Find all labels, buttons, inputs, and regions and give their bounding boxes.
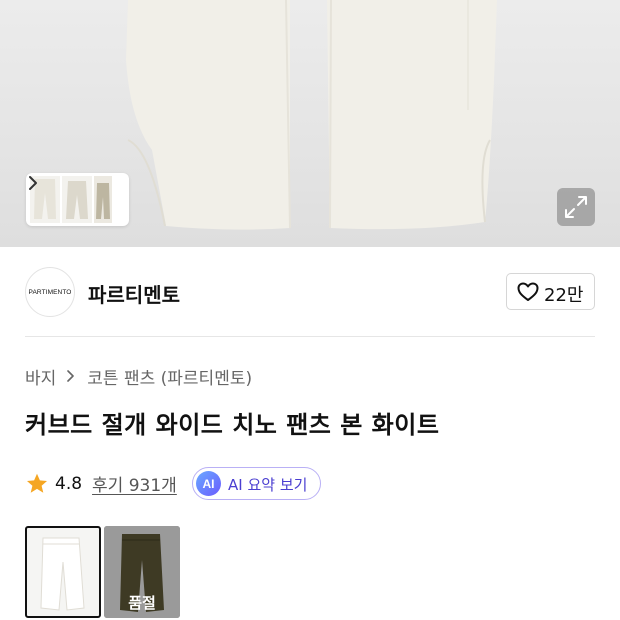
expand-button[interactable] (557, 188, 595, 226)
review-count-link[interactable]: 후기 931개 (92, 471, 177, 496)
breadcrumb-item-category[interactable]: 바지 (25, 364, 56, 389)
ai-badge-icon: AI (196, 471, 221, 496)
chevron-right-icon (67, 370, 75, 382)
ai-summary-label: AI 요약 보기 (228, 476, 308, 494)
brand-name[interactable]: 파르티멘토 (88, 279, 180, 308)
star-icon (27, 473, 47, 493)
chevron-right-icon[interactable] (26, 173, 40, 193)
breadcrumb: 바지 코튼 팬츠 (파르티멘토) (25, 364, 252, 389)
heart-outline-icon (517, 282, 539, 301)
product-title: 커브드 절개 와이드 치노 팬츠 본 화이트 (25, 411, 440, 439)
expand-icon (565, 196, 587, 218)
thumbnail-images (30, 176, 112, 223)
color-option-brown[interactable]: 품절 (104, 526, 180, 618)
divider (25, 336, 595, 337)
breadcrumb-item-subcategory[interactable]: 코튼 팬츠 (파르티멘토) (87, 364, 252, 389)
rating-value: 4.8 (55, 473, 83, 494)
rating-row: 4.8 후기 931개 AI AI 요약 보기 (25, 467, 321, 500)
color-option-image (40, 537, 85, 611)
ai-summary-button[interactable]: AI AI 요약 보기 (192, 467, 321, 500)
brand-logo-text: PARTIMENTO (28, 288, 72, 296)
product-image[interactable] (0, 0, 620, 247)
like-count: 22만 (544, 285, 584, 306)
sold-out-label: 품절 (128, 594, 156, 612)
brand-row: PARTIMENTO 파르티멘토 22만 (0, 247, 620, 337)
brand-logo[interactable]: PARTIMENTO (25, 267, 75, 317)
color-option-white[interactable] (25, 526, 101, 618)
like-button[interactable]: 22만 (506, 273, 595, 310)
thumbnail-strip[interactable] (26, 173, 129, 226)
